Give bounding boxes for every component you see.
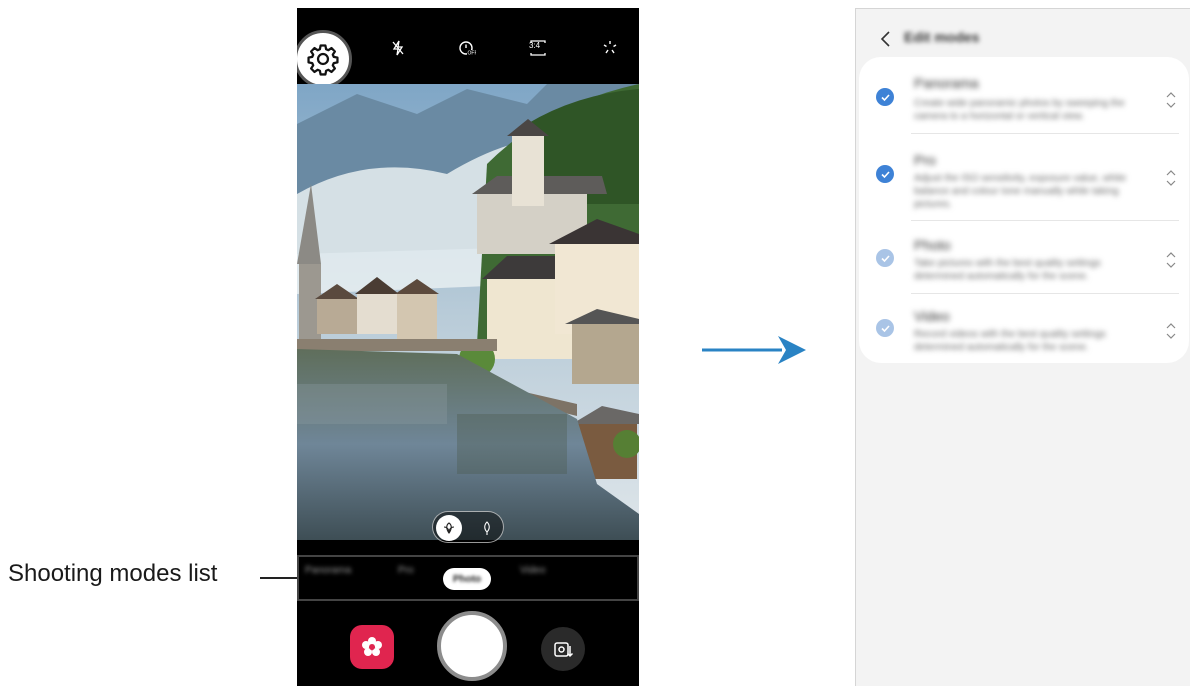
page-title: Edit modes bbox=[904, 29, 980, 45]
flower-icon bbox=[443, 522, 455, 534]
checkbox-panorama[interactable] bbox=[876, 88, 894, 106]
item-description: Adjust the ISO sensitivity, exposure val… bbox=[914, 173, 1127, 210]
lake-village-scene bbox=[297, 84, 639, 540]
flash-off-icon bbox=[392, 40, 404, 56]
switch-camera-button[interactable] bbox=[541, 627, 585, 671]
flower-gallery-icon bbox=[362, 637, 382, 656]
checkmark-icon bbox=[880, 170, 890, 178]
checkbox-video bbox=[876, 319, 894, 337]
item-description: Take pictures with the best quality sett… bbox=[914, 258, 1101, 282]
item-title: Photo bbox=[914, 237, 951, 253]
mode-video[interactable]: Video bbox=[520, 565, 545, 576]
reorder-handle-icon[interactable] bbox=[1164, 320, 1178, 342]
list-item-photo[interactable]: Photo Take pictures with the best qualit… bbox=[859, 221, 1189, 293]
filter-button[interactable] bbox=[598, 36, 622, 60]
svg-text:OFF: OFF bbox=[468, 51, 477, 57]
checkmark-icon bbox=[880, 254, 890, 262]
settings-button[interactable] bbox=[297, 30, 352, 88]
focus-option-wide[interactable] bbox=[436, 515, 462, 541]
item-description: Create wide panoramic photos by sweeping… bbox=[914, 98, 1125, 122]
focus-mode-toggle[interactable] bbox=[432, 511, 504, 543]
gear-icon bbox=[307, 44, 339, 76]
mode-photo-active[interactable]: Photo bbox=[443, 568, 491, 590]
filter-icon bbox=[603, 41, 617, 54]
mode-pro[interactable]: Pro bbox=[398, 565, 414, 576]
mode-panorama[interactable]: Panorama bbox=[305, 565, 351, 576]
switch-camera-icon bbox=[554, 642, 574, 658]
checkbox-pro[interactable] bbox=[876, 165, 894, 183]
checkbox-photo bbox=[876, 249, 894, 267]
focus-option-close[interactable] bbox=[474, 515, 500, 541]
checkmark-icon bbox=[880, 324, 890, 332]
timer-off-icon: OFF bbox=[459, 41, 477, 57]
reorder-handle-icon[interactable] bbox=[1164, 249, 1178, 271]
item-title: Video bbox=[914, 308, 950, 324]
item-title: Panorama bbox=[914, 75, 979, 91]
checkmark-icon bbox=[880, 93, 890, 101]
ratio-label: 3:4 bbox=[529, 41, 541, 50]
callout-leader-line bbox=[260, 577, 297, 579]
timer-button[interactable]: OFF bbox=[455, 36, 479, 60]
shutter-button[interactable] bbox=[437, 611, 507, 681]
list-item-video[interactable]: Video Record videos with the best qualit… bbox=[859, 294, 1189, 363]
list-item-panorama[interactable]: Panorama Create wide panoramic photos by… bbox=[859, 57, 1189, 133]
shooting-modes-callout: Shooting modes list bbox=[8, 560, 218, 587]
camera-preview[interactable] bbox=[297, 84, 639, 540]
reorder-handle-icon[interactable] bbox=[1164, 167, 1178, 189]
item-description: Record videos with the best quality sett… bbox=[914, 329, 1106, 353]
camera-top-bar: OFF 3:4 bbox=[297, 8, 639, 88]
leaf-icon bbox=[484, 521, 490, 535]
aspect-ratio-button[interactable]: 3:4 bbox=[526, 36, 550, 60]
list-item-pro[interactable]: Pro Adjust the ISO sensitivity, exposure… bbox=[859, 134, 1189, 220]
flash-off-button[interactable] bbox=[386, 36, 410, 60]
modes-card: Panorama Create wide panoramic photos by… bbox=[859, 57, 1189, 363]
back-arrow-icon[interactable] bbox=[876, 29, 896, 49]
edit-modes-screen: Edit modes Panorama Create wide panorami… bbox=[855, 8, 1190, 686]
gallery-button[interactable] bbox=[350, 625, 394, 669]
item-title: Pro bbox=[914, 152, 936, 168]
reorder-handle-icon[interactable] bbox=[1164, 89, 1178, 111]
transition-arrow-icon bbox=[702, 336, 806, 364]
